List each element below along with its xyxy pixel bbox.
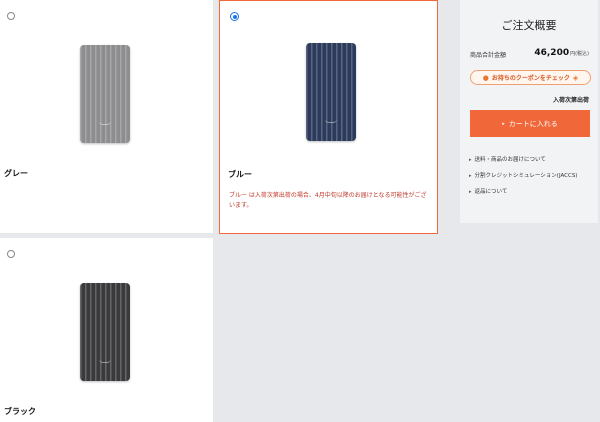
order-summary-panel: ご注文概要 商品合計金額 46,200円(税込) ● お持ちのクーポンをチェック… [460,0,598,223]
color-name-gray: グレー [4,169,28,178]
tax-label: 円(税込) [570,51,589,57]
radio-gray[interactable] [7,12,15,20]
link-installment[interactable]: ▸ 分割クレジットシミュレーション(JACCS) [469,172,593,180]
link-returns-label: 返品について [474,189,508,195]
color-options: グレー ブルー ブルー は入荷次第出荷の場合、4月中旬以降のお届けとなる可能性が… [0,0,446,422]
product-image-gray [4,31,205,157]
color-option-blue[interactable]: ブルー ブルー は入荷次第出荷の場合、4月中旬以降のお届けとなる可能性がございま… [219,0,438,234]
subtotal-value: 46,200 [534,48,570,58]
coupon-check-button[interactable]: ● お持ちのクーポンをチェック ◈ [470,70,591,85]
radio-black[interactable] [7,250,15,258]
radio-blue[interactable] [230,12,239,21]
summary-title: ご注文概要 [501,19,557,32]
color-option-black[interactable]: ブラック [0,238,213,422]
color-name-blue: ブルー [228,170,252,179]
tag-icon: ◈ [572,73,579,82]
walkman-gray-image [79,45,130,143]
info-links: ▸ 送料・商品のお届けについて ▸ 分割クレジットシミュレーション(JACCS)… [469,156,593,204]
subtotal-label: 商品合計金額 [470,52,507,59]
product-image-blue [228,29,433,155]
link-installment-label: 分割クレジットシミュレーション(JACCS) [474,173,578,179]
chevron-right-icon: ▸ [469,157,472,163]
add-to-cart-button[interactable]: ▸ カートに入れる [470,110,590,137]
product-image-black [4,269,205,395]
walkman-black-image [79,283,130,381]
chevron-right-icon: ▸ [469,173,472,179]
shipping-note: ブルー は入荷次第出荷の場合、4月中旬以降のお届けとなる可能性がございます。 [229,192,427,209]
stock-status: 入荷次第出荷 [552,97,589,104]
link-returns[interactable]: ▸ 返品について [469,188,593,196]
chevron-right-icon: ▸ [469,189,472,195]
color-name-black: ブラック [4,407,36,416]
chevron-right-icon: ▸ [502,120,505,127]
subtotal-amount: 46,200円(税込) [534,48,589,58]
color-option-gray[interactable]: グレー [0,0,213,233]
walkman-blue-image [305,43,356,141]
link-shipping[interactable]: ▸ 送料・商品のお届けについて [469,156,593,164]
coupon-icon: ● [482,73,489,82]
add-to-cart-label: カートに入れる [508,119,558,128]
link-shipping-label: 送料・商品のお届けについて [474,157,546,163]
coupon-label: お持ちのクーポンをチェック [491,75,570,82]
